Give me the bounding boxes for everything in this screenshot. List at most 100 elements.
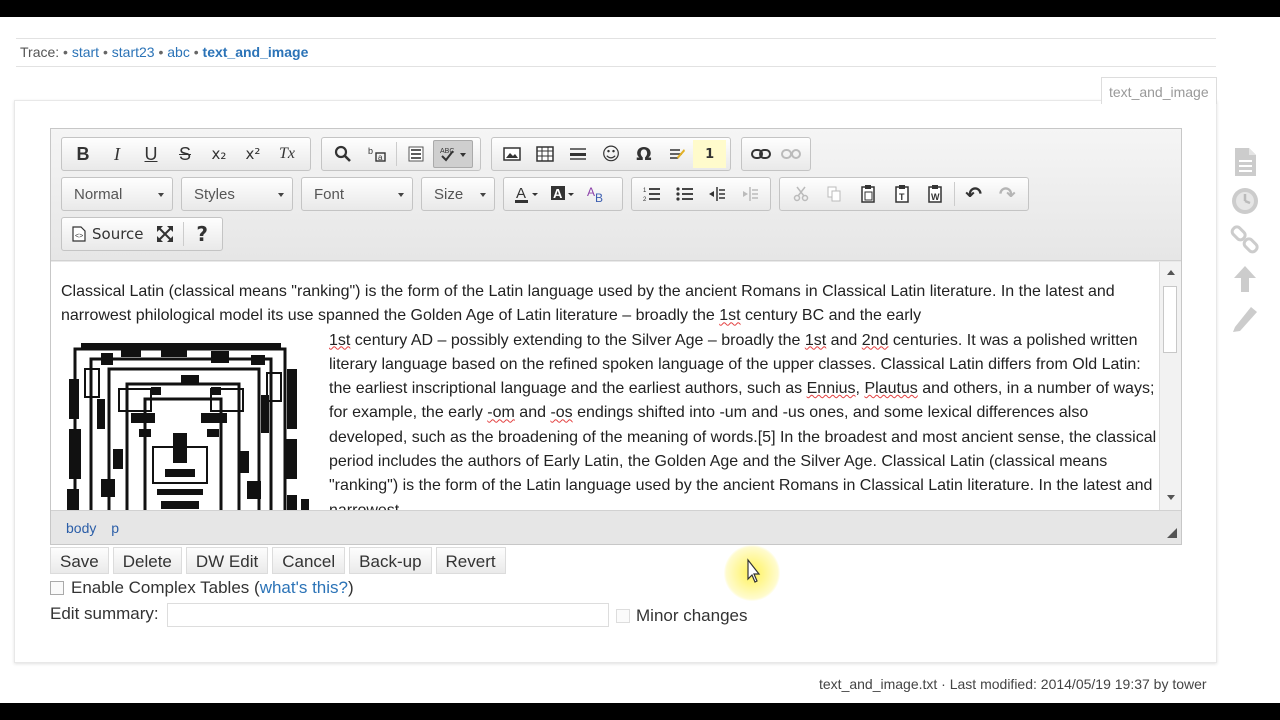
paste-icon[interactable] [851,180,885,208]
paste-word-icon[interactable]: W [918,180,952,208]
underline-icon[interactable]: U [134,140,168,168]
indent-icon[interactable] [734,180,767,208]
footnote-icon[interactable] [660,140,693,168]
svg-text:T: T [899,192,905,202]
cut-icon[interactable] [784,180,818,208]
spellcheck-icon[interactable]: ABC [433,140,473,168]
italic-icon[interactable]: I [100,140,134,168]
strikethrough-icon[interactable]: S [168,140,202,168]
chevron-down-icon [398,193,404,197]
bottom-black-bar [0,703,1280,720]
replace-icon[interactable]: ba [360,140,394,168]
numbered-list-icon[interactable]: 12 [636,180,669,208]
dw-edit-button[interactable]: DW Edit [185,547,269,574]
link-icon[interactable] [746,140,776,168]
breadcrumb-start23[interactable]: start23 [112,44,155,60]
path-body[interactable]: body [66,520,96,536]
minor-changes-label: Minor changes [636,606,748,625]
format-select[interactable]: Normal [61,177,173,211]
undo-icon[interactable]: ↶ [957,180,991,208]
whats-this-link[interactable]: what's this? [260,578,348,598]
edit-summary-input[interactable] [167,603,609,627]
horizontal-rule-icon[interactable] [562,140,595,168]
unlink-icon[interactable] [776,140,806,168]
editor-scrollbar[interactable] [1159,262,1181,510]
backup-button[interactable]: Back-up [349,547,432,574]
image-icon[interactable] [496,140,529,168]
path-p[interactable]: p [111,520,119,536]
page-tools-sidebar [1228,142,1262,337]
minor-changes-checkbox[interactable] [616,609,630,623]
font-select-value: Font [314,186,345,203]
footnote-number-icon[interactable]: 1 [693,140,727,168]
scroll-down-icon[interactable] [1167,495,1175,500]
font-select[interactable]: Font [301,177,413,211]
breadcrumb: Trace: • start • start23 • abc • text_an… [20,44,309,60]
history-icon[interactable] [1228,181,1262,220]
svg-text:a: a [378,153,383,162]
backlinks-icon[interactable] [1228,220,1262,259]
breadcrumb-current[interactable]: text_and_image [203,44,309,60]
text-color-icon[interactable]: A [508,180,544,208]
delete-button[interactable]: Delete [112,547,182,574]
basic-styles-group: B I U S x₂ x² Tx [61,137,311,171]
scrollbar-thumb[interactable] [1163,286,1177,353]
save-button[interactable]: Save [50,547,109,574]
remove-format-icon[interactable]: Tx [270,140,304,168]
source-icon: <> [72,226,86,242]
editor-content[interactable]: Classical Latin (classical means "rankin… [51,262,1159,510]
mouse-cursor-highlight [724,545,780,601]
format-select-value: Normal [74,186,123,203]
scroll-up-icon[interactable] [1167,270,1175,275]
minor-changes-row: Minor changes [616,606,748,626]
superscript-icon[interactable]: x² [236,140,270,168]
copy-format-icon[interactable]: AB [580,180,614,208]
page-icon[interactable] [1228,142,1262,181]
find-icon[interactable] [326,140,360,168]
colors-group: A A AB [503,177,623,211]
top-black-bar [0,0,1280,17]
chevron-down-icon [480,193,486,197]
outdent-icon[interactable] [701,180,734,208]
cancel-button[interactable]: Cancel [272,547,346,574]
smiley-icon[interactable]: ☺ [595,140,628,168]
svg-text:A: A [587,185,595,199]
link-group [741,137,811,171]
complex-tables-checkbox[interactable] [50,581,64,595]
maximize-icon[interactable] [150,220,182,248]
subscript-icon[interactable]: x₂ [202,140,236,168]
revert-button[interactable]: Revert [435,547,506,574]
source-label: Source [92,225,144,243]
content-paragraph: Classical Latin (classical means "rankin… [61,283,1115,325]
breadcrumb-abc[interactable]: abc [167,44,190,60]
special-char-icon[interactable]: Ω [627,140,660,168]
edit-pencil-icon[interactable] [1228,298,1262,337]
table-icon[interactable] [529,140,562,168]
svg-text:B: B [595,191,603,204]
breadcrumb-start[interactable]: start [72,44,99,60]
background-color-icon[interactable]: A [544,180,580,208]
complex-tables-row: Enable Complex Tables (what's this?) [50,578,354,598]
embedded-image[interactable] [61,328,323,510]
page-info: text_and_image.txt · Last modified: 2014… [819,676,1207,692]
bold-icon[interactable]: B [66,140,100,168]
size-select-value: Size [434,186,464,203]
back-to-top-icon[interactable] [1228,259,1262,298]
select-all-icon[interactable] [399,140,433,168]
svg-text:W: W [931,192,940,202]
bullet-list-icon[interactable] [669,180,702,208]
list-group: 12 [631,177,771,211]
source-button[interactable]: <> Source [66,220,150,248]
styles-select-value: Styles [194,186,235,203]
redo-icon[interactable]: ↷ [990,180,1024,208]
resize-handle-icon[interactable] [1167,528,1177,538]
help-icon[interactable]: ? [186,220,218,248]
size-select[interactable]: Size [421,177,495,211]
styles-select[interactable]: Styles [181,177,293,211]
insert-group: ☺ Ω 1 [491,137,731,171]
copy-icon[interactable] [818,180,852,208]
find-group: ba ABC [321,137,481,171]
divider [16,66,1216,67]
paste-text-icon[interactable]: T [885,180,919,208]
edit-buttons: Save Delete DW Edit Cancel Back-up Rever… [50,547,506,574]
